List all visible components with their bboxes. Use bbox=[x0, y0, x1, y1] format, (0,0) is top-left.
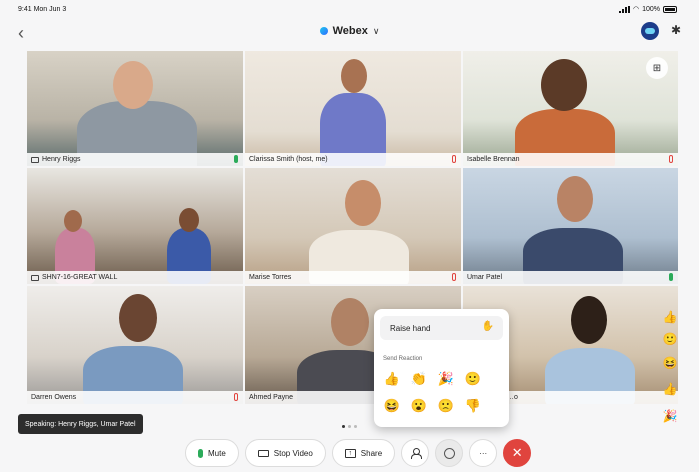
mute-label: Mute bbox=[208, 448, 226, 458]
reactions-popover: Raise hand ✋ Send Reaction 👍 👏 🎉 🙂 😆 😮 🙁… bbox=[374, 309, 509, 427]
nameplate: SHN7-16-GREAT WALL bbox=[27, 271, 243, 284]
video-tile[interactable]: SHN7-16-GREAT WALL bbox=[27, 168, 243, 284]
device-share-icon bbox=[31, 156, 39, 163]
nameplate: Clarissa Smith (host, me) bbox=[245, 153, 461, 166]
video-tile[interactable]: Henry Riggs bbox=[27, 51, 243, 166]
reaction-grid: 👍 👏 🎉 🙂 😆 😮 🙁 👎 bbox=[383, 370, 491, 415]
laugh-reaction-icon[interactable]: 😆 bbox=[383, 397, 401, 415]
mic-muted-icon bbox=[452, 155, 456, 163]
share-label: Share bbox=[360, 448, 383, 458]
participant-face bbox=[64, 210, 82, 232]
floating-celebrate-icon: 🎉 bbox=[662, 409, 678, 423]
status-time: 9:41 Mon Jun 3 bbox=[18, 6, 67, 13]
smile-reaction-icon[interactable]: 🙂 bbox=[464, 370, 482, 388]
raise-hand-button[interactable]: Raise hand ✋ bbox=[380, 316, 503, 340]
close-icon: ✕ bbox=[511, 445, 523, 460]
nameplate: Darren Owens bbox=[27, 391, 243, 404]
video-tile[interactable]: Darren Owens bbox=[27, 286, 243, 404]
participant-face bbox=[179, 208, 199, 232]
participant-name: Darren Owens bbox=[31, 394, 77, 401]
mic-on-icon bbox=[669, 273, 673, 281]
participant-face bbox=[571, 296, 607, 344]
more-dots-icon: ··· bbox=[479, 448, 488, 458]
participant-face bbox=[119, 294, 157, 342]
nameplate: Marise Torres bbox=[245, 271, 461, 284]
grid-layout-icon[interactable]: ⊞ bbox=[646, 57, 668, 79]
floating-thumbs-up-icon: 👍 bbox=[662, 310, 678, 324]
stop-video-button[interactable]: Stop Video bbox=[244, 439, 326, 467]
thumbs-down-reaction-icon[interactable]: 👎 bbox=[464, 397, 482, 415]
status-bar: 9:41 Mon Jun 3 ◠ 100% bbox=[0, 0, 699, 18]
page-dot bbox=[354, 425, 357, 428]
nameplate: Henry Riggs bbox=[27, 153, 243, 166]
mute-button[interactable]: Mute bbox=[185, 439, 239, 467]
signal-icon bbox=[618, 5, 630, 13]
sad-reaction-icon[interactable]: 🙁 bbox=[437, 397, 455, 415]
send-reaction-label: Send Reaction bbox=[383, 356, 423, 362]
nameplate: Umar Patel bbox=[463, 271, 678, 284]
end-call-button[interactable]: ✕ bbox=[503, 439, 532, 467]
raise-hand-label: Raise hand bbox=[390, 323, 431, 333]
nameplate: Isabelle Brennan bbox=[463, 153, 678, 166]
surprised-reaction-icon[interactable]: 😮 bbox=[410, 397, 428, 415]
video-tile[interactable]: Marise Torres bbox=[245, 168, 461, 284]
celebrate-reaction-icon[interactable]: 🎉 bbox=[437, 370, 455, 388]
mic-muted-icon bbox=[234, 393, 238, 401]
participants-button[interactable] bbox=[401, 439, 430, 467]
floating-laugh-icon: 😆 bbox=[662, 356, 678, 370]
mic-on-icon bbox=[234, 155, 238, 163]
participant-face bbox=[557, 176, 593, 222]
clap-reaction-icon[interactable]: 👏 bbox=[410, 370, 428, 388]
stop-video-label: Stop Video bbox=[273, 448, 313, 458]
call-controls: Mute Stop Video ↑ Share ··· ✕ bbox=[185, 439, 532, 467]
participant-face bbox=[345, 180, 381, 226]
mic-muted-icon bbox=[669, 155, 673, 163]
participant-name: SHN7-16-GREAT WALL bbox=[42, 274, 118, 281]
chevron-down-icon: ∨ bbox=[372, 25, 380, 36]
raise-hand-icon: ✋ bbox=[481, 321, 494, 332]
participant-face bbox=[341, 59, 367, 93]
person-icon bbox=[410, 448, 422, 459]
video-tile[interactable]: Umar Patel bbox=[463, 168, 678, 284]
share-icon: ↑ bbox=[344, 448, 356, 458]
reactions-button[interactable] bbox=[435, 439, 464, 467]
participant-name: Isabelle Brennan bbox=[467, 156, 520, 163]
floating-thumbs-up-icon: 👍 bbox=[662, 382, 678, 396]
webex-meeting-screen: 9:41 Mon Jun 3 ◠ 100% ‹ Webex ∨ ✱ Henry … bbox=[0, 0, 699, 472]
participant-name: Henry Riggs bbox=[42, 156, 81, 163]
smiley-icon bbox=[443, 447, 455, 459]
microphone-icon bbox=[198, 448, 203, 458]
thumbs-up-reaction-icon[interactable]: 👍 bbox=[383, 370, 401, 388]
webex-assistant-icon[interactable] bbox=[641, 22, 659, 40]
video-tile[interactable]: ⊞ Isabelle Brennan bbox=[463, 51, 678, 166]
floating-smile-icon: 🙂 bbox=[662, 332, 678, 346]
meeting-title[interactable]: Webex ∨ bbox=[0, 25, 699, 37]
mic-muted-icon bbox=[452, 273, 456, 281]
speaking-indicator: Speaking: Henry Riggs, Umar Patel bbox=[18, 414, 143, 434]
video-camera-icon bbox=[257, 449, 269, 457]
participant-name: Umar Patel bbox=[467, 274, 503, 281]
video-tile[interactable]: Clarissa Smith (host, me) bbox=[245, 51, 461, 166]
battery-percent: 100% bbox=[642, 5, 660, 13]
participant-face bbox=[331, 298, 369, 346]
participant-face bbox=[541, 59, 587, 111]
share-button[interactable]: ↑ Share bbox=[331, 439, 396, 467]
page-dot-active bbox=[342, 425, 345, 428]
meeting-header: ‹ Webex ∨ ✱ bbox=[0, 18, 699, 48]
participant-name: Ahmed Payne bbox=[249, 394, 293, 401]
bluetooth-icon[interactable]: ✱ bbox=[671, 23, 681, 37]
video-grid: Henry Riggs Clarissa Smith (host, me) ⊞ … bbox=[27, 51, 678, 405]
wifi-icon: ◠ bbox=[632, 6, 640, 13]
participant-face bbox=[113, 61, 153, 109]
participant-name: Marise Torres bbox=[249, 274, 292, 281]
participant-name: Clarissa Smith (host, me) bbox=[249, 156, 328, 163]
page-indicator[interactable] bbox=[342, 425, 357, 428]
app-title: Webex bbox=[332, 25, 368, 37]
battery-icon bbox=[663, 5, 677, 13]
room-device-icon bbox=[31, 274, 39, 281]
status-right: ◠ 100% bbox=[618, 5, 677, 13]
more-options-button[interactable]: ··· bbox=[469, 439, 498, 467]
page-dot bbox=[348, 425, 351, 428]
webex-logo-icon bbox=[319, 27, 328, 35]
